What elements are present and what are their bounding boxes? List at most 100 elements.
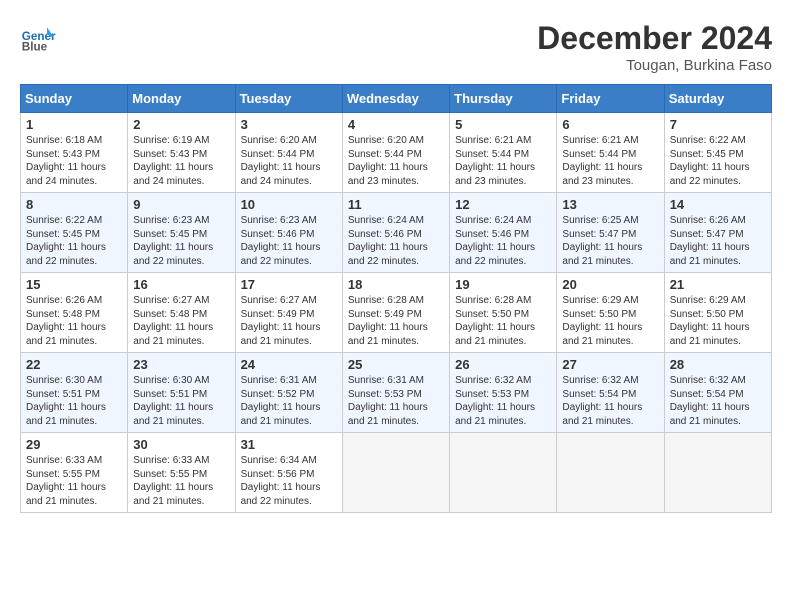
day-info: Sunrise: 6:21 AM Sunset: 5:44 PM Dayligh…: [455, 134, 551, 188]
day-info: Sunrise: 6:24 AM Sunset: 5:46 PM Dayligh…: [348, 214, 444, 268]
svg-text:Blue: Blue: [22, 41, 48, 54]
day-info: Sunrise: 6:33 AM Sunset: 5:55 PM Dayligh…: [26, 454, 122, 508]
day-number: 7: [670, 117, 766, 132]
calendar-day-cell: [664, 433, 771, 513]
location: Tougan, Burkina Faso: [537, 57, 772, 74]
calendar-day-cell: 25 Sunrise: 6:31 AM Sunset: 5:53 PM Dayl…: [342, 353, 449, 433]
day-info: Sunrise: 6:28 AM Sunset: 5:49 PM Dayligh…: [348, 294, 444, 348]
day-number: 11: [348, 197, 444, 212]
calendar-week-row: 29 Sunrise: 6:33 AM Sunset: 5:55 PM Dayl…: [21, 433, 772, 513]
day-number: 22: [26, 357, 122, 372]
calendar-day-cell: 28 Sunrise: 6:32 AM Sunset: 5:54 PM Dayl…: [664, 353, 771, 433]
day-number: 27: [562, 357, 658, 372]
day-number: 31: [241, 437, 337, 452]
day-number: 10: [241, 197, 337, 212]
day-info: Sunrise: 6:24 AM Sunset: 5:46 PM Dayligh…: [455, 214, 551, 268]
day-header-tuesday: Tuesday: [235, 85, 342, 113]
logo-icon: General Blue: [20, 20, 56, 56]
logo: General Blue: [20, 20, 60, 56]
day-header-saturday: Saturday: [664, 85, 771, 113]
day-number: 14: [670, 197, 766, 212]
day-info: Sunrise: 6:20 AM Sunset: 5:44 PM Dayligh…: [348, 134, 444, 188]
day-info: Sunrise: 6:26 AM Sunset: 5:47 PM Dayligh…: [670, 214, 766, 268]
day-info: Sunrise: 6:26 AM Sunset: 5:48 PM Dayligh…: [26, 294, 122, 348]
day-info: Sunrise: 6:34 AM Sunset: 5:56 PM Dayligh…: [241, 454, 337, 508]
calendar-day-cell: 20 Sunrise: 6:29 AM Sunset: 5:50 PM Dayl…: [557, 273, 664, 353]
day-info: Sunrise: 6:32 AM Sunset: 5:54 PM Dayligh…: [670, 374, 766, 428]
day-info: Sunrise: 6:20 AM Sunset: 5:44 PM Dayligh…: [241, 134, 337, 188]
title-block: December 2024 Tougan, Burkina Faso: [537, 20, 772, 74]
calendar-day-cell: 5 Sunrise: 6:21 AM Sunset: 5:44 PM Dayli…: [450, 113, 557, 193]
calendar-week-row: 22 Sunrise: 6:30 AM Sunset: 5:51 PM Dayl…: [21, 353, 772, 433]
day-info: Sunrise: 6:27 AM Sunset: 5:48 PM Dayligh…: [133, 294, 229, 348]
calendar-day-cell: 6 Sunrise: 6:21 AM Sunset: 5:44 PM Dayli…: [557, 113, 664, 193]
day-number: 20: [562, 277, 658, 292]
calendar-day-cell: 1 Sunrise: 6:18 AM Sunset: 5:43 PM Dayli…: [21, 113, 128, 193]
calendar-day-cell: 9 Sunrise: 6:23 AM Sunset: 5:45 PM Dayli…: [128, 193, 235, 273]
calendar-week-row: 8 Sunrise: 6:22 AM Sunset: 5:45 PM Dayli…: [21, 193, 772, 273]
calendar-day-cell: 15 Sunrise: 6:26 AM Sunset: 5:48 PM Dayl…: [21, 273, 128, 353]
day-info: Sunrise: 6:25 AM Sunset: 5:47 PM Dayligh…: [562, 214, 658, 268]
day-info: Sunrise: 6:33 AM Sunset: 5:55 PM Dayligh…: [133, 454, 229, 508]
day-info: Sunrise: 6:30 AM Sunset: 5:51 PM Dayligh…: [133, 374, 229, 428]
day-number: 30: [133, 437, 229, 452]
calendar-day-cell: 27 Sunrise: 6:32 AM Sunset: 5:54 PM Dayl…: [557, 353, 664, 433]
calendar-day-cell: 23 Sunrise: 6:30 AM Sunset: 5:51 PM Dayl…: [128, 353, 235, 433]
day-number: 21: [670, 277, 766, 292]
day-info: Sunrise: 6:32 AM Sunset: 5:54 PM Dayligh…: [562, 374, 658, 428]
day-number: 17: [241, 277, 337, 292]
day-info: Sunrise: 6:23 AM Sunset: 5:45 PM Dayligh…: [133, 214, 229, 268]
day-number: 26: [455, 357, 551, 372]
day-number: 9: [133, 197, 229, 212]
calendar-day-cell: 17 Sunrise: 6:27 AM Sunset: 5:49 PM Dayl…: [235, 273, 342, 353]
calendar-day-cell: 11 Sunrise: 6:24 AM Sunset: 5:46 PM Dayl…: [342, 193, 449, 273]
calendar-day-cell: 31 Sunrise: 6:34 AM Sunset: 5:56 PM Dayl…: [235, 433, 342, 513]
day-header-thursday: Thursday: [450, 85, 557, 113]
calendar-day-cell: 18 Sunrise: 6:28 AM Sunset: 5:49 PM Dayl…: [342, 273, 449, 353]
day-info: Sunrise: 6:27 AM Sunset: 5:49 PM Dayligh…: [241, 294, 337, 348]
calendar-day-cell: 7 Sunrise: 6:22 AM Sunset: 5:45 PM Dayli…: [664, 113, 771, 193]
calendar-day-cell: [450, 433, 557, 513]
day-number: 13: [562, 197, 658, 212]
day-number: 2: [133, 117, 229, 132]
calendar-day-cell: 4 Sunrise: 6:20 AM Sunset: 5:44 PM Dayli…: [342, 113, 449, 193]
day-number: 29: [26, 437, 122, 452]
day-number: 15: [26, 277, 122, 292]
day-info: Sunrise: 6:29 AM Sunset: 5:50 PM Dayligh…: [562, 294, 658, 348]
day-number: 8: [26, 197, 122, 212]
calendar-day-cell: 22 Sunrise: 6:30 AM Sunset: 5:51 PM Dayl…: [21, 353, 128, 433]
day-info: Sunrise: 6:28 AM Sunset: 5:50 PM Dayligh…: [455, 294, 551, 348]
calendar-day-cell: 2 Sunrise: 6:19 AM Sunset: 5:43 PM Dayli…: [128, 113, 235, 193]
calendar-day-cell: [342, 433, 449, 513]
calendar-header-row: SundayMondayTuesdayWednesdayThursdayFrid…: [21, 85, 772, 113]
calendar-day-cell: 30 Sunrise: 6:33 AM Sunset: 5:55 PM Dayl…: [128, 433, 235, 513]
calendar-day-cell: 19 Sunrise: 6:28 AM Sunset: 5:50 PM Dayl…: [450, 273, 557, 353]
day-info: Sunrise: 6:31 AM Sunset: 5:52 PM Dayligh…: [241, 374, 337, 428]
day-info: Sunrise: 6:22 AM Sunset: 5:45 PM Dayligh…: [670, 134, 766, 188]
day-info: Sunrise: 6:32 AM Sunset: 5:53 PM Dayligh…: [455, 374, 551, 428]
calendar-day-cell: 12 Sunrise: 6:24 AM Sunset: 5:46 PM Dayl…: [450, 193, 557, 273]
calendar-day-cell: 26 Sunrise: 6:32 AM Sunset: 5:53 PM Dayl…: [450, 353, 557, 433]
calendar-day-cell: 24 Sunrise: 6:31 AM Sunset: 5:52 PM Dayl…: [235, 353, 342, 433]
calendar-day-cell: 3 Sunrise: 6:20 AM Sunset: 5:44 PM Dayli…: [235, 113, 342, 193]
calendar-day-cell: 10 Sunrise: 6:23 AM Sunset: 5:46 PM Dayl…: [235, 193, 342, 273]
calendar-day-cell: 21 Sunrise: 6:29 AM Sunset: 5:50 PM Dayl…: [664, 273, 771, 353]
day-info: Sunrise: 6:31 AM Sunset: 5:53 PM Dayligh…: [348, 374, 444, 428]
day-number: 19: [455, 277, 551, 292]
day-number: 12: [455, 197, 551, 212]
day-info: Sunrise: 6:21 AM Sunset: 5:44 PM Dayligh…: [562, 134, 658, 188]
calendar-day-cell: 16 Sunrise: 6:27 AM Sunset: 5:48 PM Dayl…: [128, 273, 235, 353]
month-title: December 2024: [537, 20, 772, 57]
day-number: 28: [670, 357, 766, 372]
day-info: Sunrise: 6:19 AM Sunset: 5:43 PM Dayligh…: [133, 134, 229, 188]
calendar-day-cell: 8 Sunrise: 6:22 AM Sunset: 5:45 PM Dayli…: [21, 193, 128, 273]
calendar-week-row: 15 Sunrise: 6:26 AM Sunset: 5:48 PM Dayl…: [21, 273, 772, 353]
day-info: Sunrise: 6:30 AM Sunset: 5:51 PM Dayligh…: [26, 374, 122, 428]
day-header-sunday: Sunday: [21, 85, 128, 113]
day-number: 3: [241, 117, 337, 132]
day-header-friday: Friday: [557, 85, 664, 113]
calendar-day-cell: [557, 433, 664, 513]
day-info: Sunrise: 6:18 AM Sunset: 5:43 PM Dayligh…: [26, 134, 122, 188]
day-header-monday: Monday: [128, 85, 235, 113]
day-number: 18: [348, 277, 444, 292]
